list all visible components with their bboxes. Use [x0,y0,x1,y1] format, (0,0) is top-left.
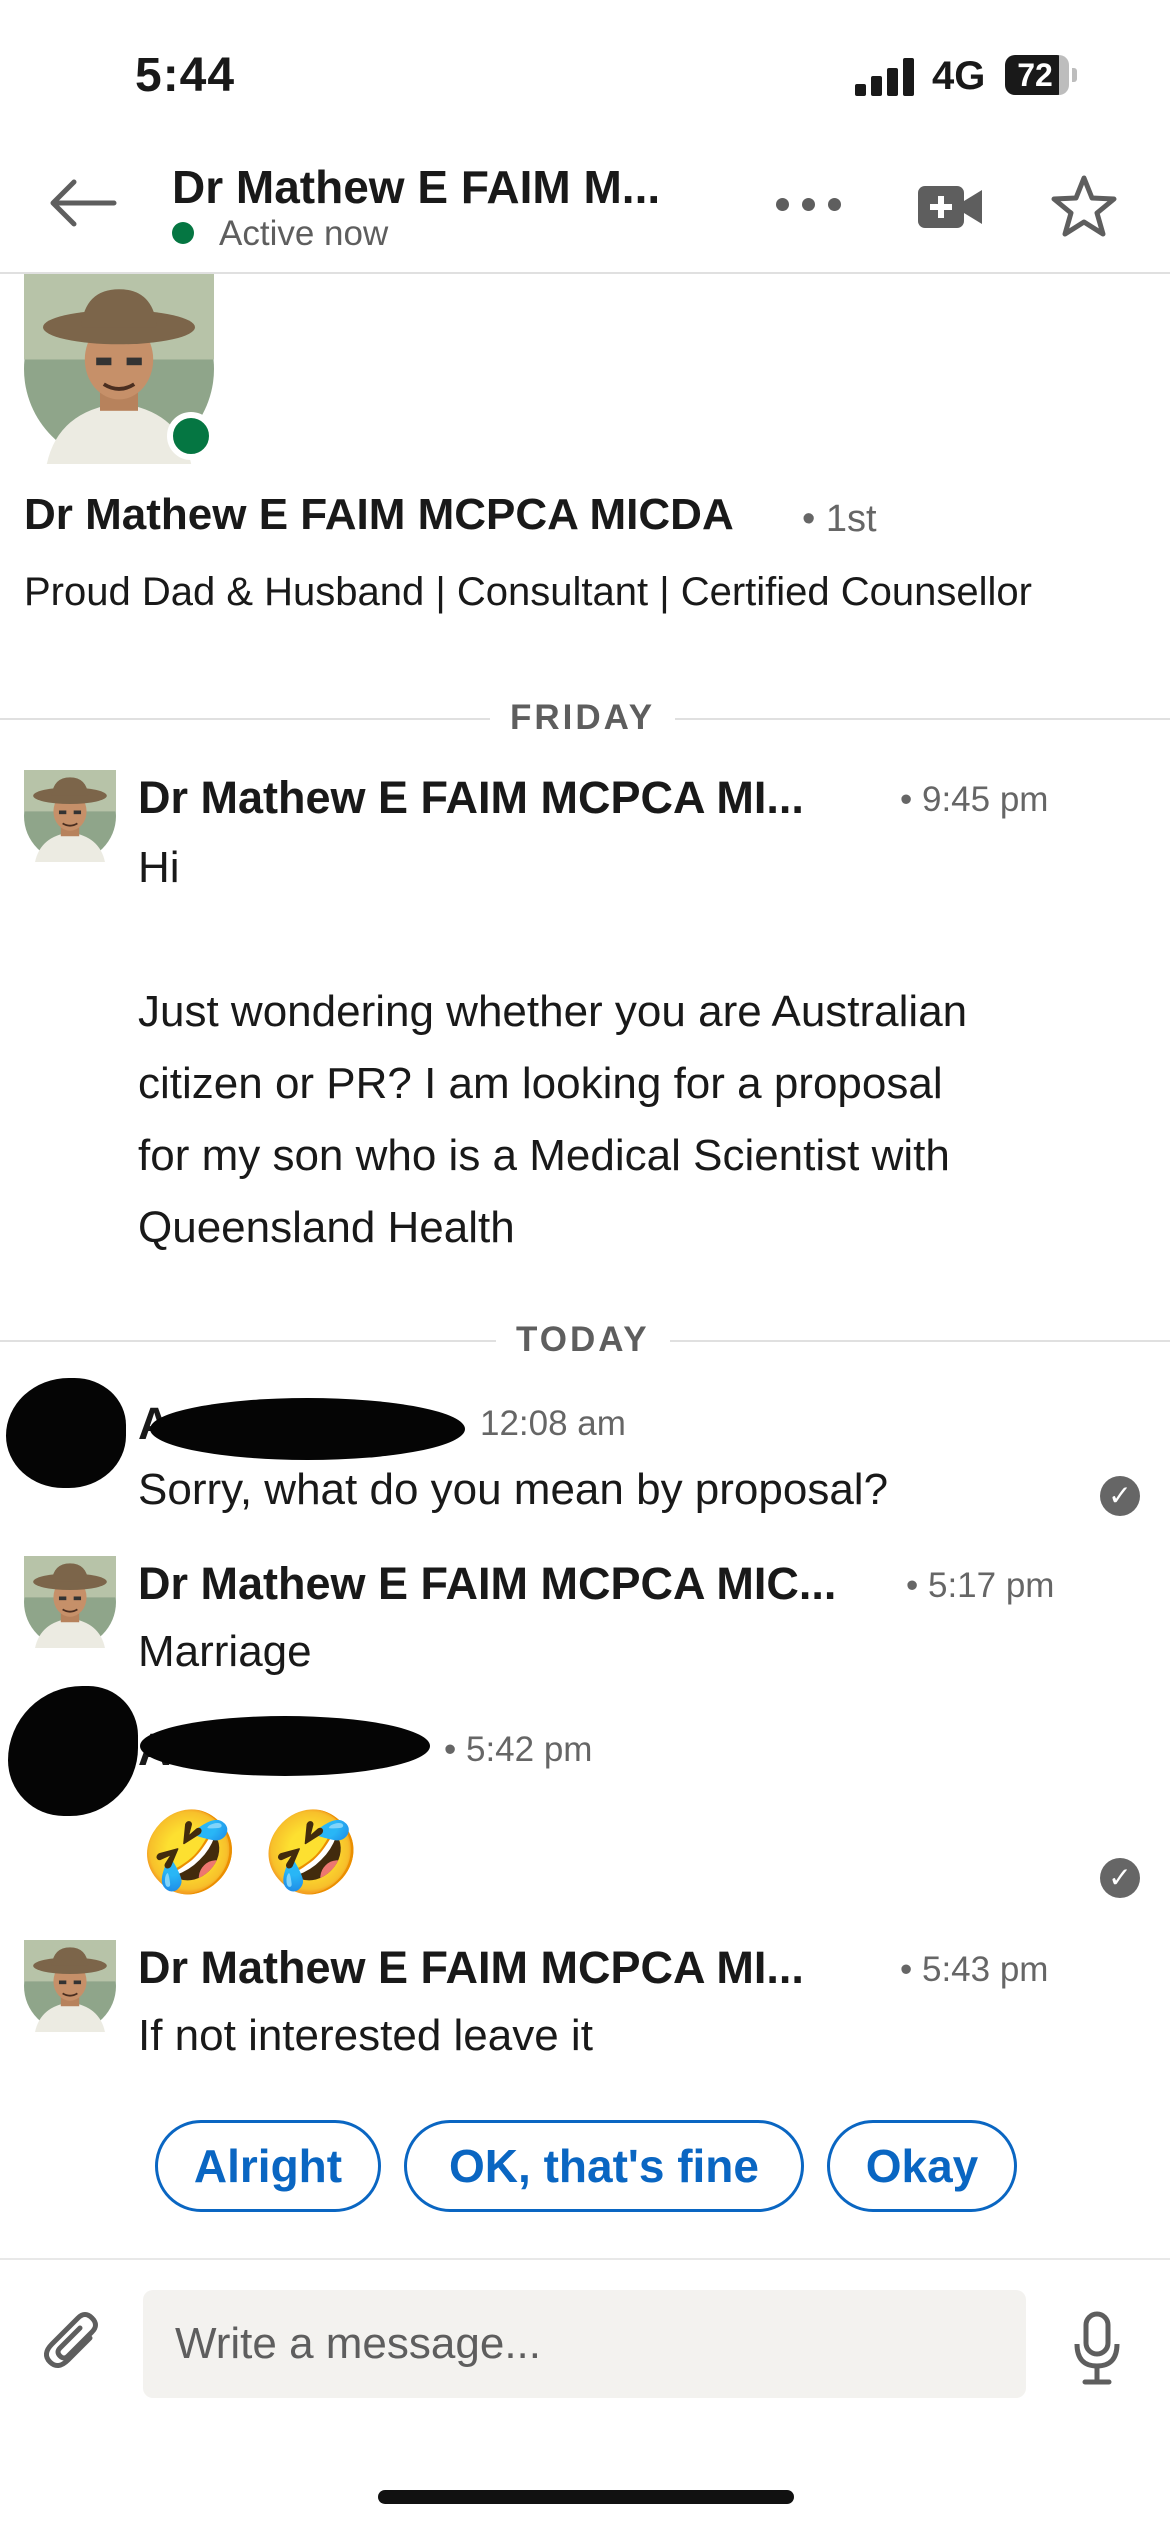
message-body: If not interested leave it [138,2011,593,2060]
home-indicator[interactable] [378,2490,794,2504]
day-divider-friday: FRIDAY [490,698,676,738]
message-line: Just wondering whether you are Australia… [138,987,968,1036]
quick-reply-okay[interactable]: Okay [827,2120,1017,2212]
day-divider-today: TODAY [496,1320,670,1360]
message-time: • 9:45 pm [900,780,1049,819]
redacted-avatar [6,1378,126,1488]
composer-divider [0,2258,1170,2260]
message-time: • 5:17 pm [906,1566,1055,1605]
sender-avatar[interactable] [24,1556,116,1648]
emoji-message: 🤣 🤣 [140,1808,362,1897]
status-time: 5:44 [135,49,236,102]
battery-level: 72 [1017,57,1053,93]
online-status-icon [167,412,215,460]
conversation-title[interactable]: Dr Mathew E FAIM M... [172,160,660,214]
profile-name[interactable]: Dr Mathew E FAIM MCPCA MICDA [24,490,734,540]
redacted-name [150,1398,465,1460]
message-sender[interactable]: Dr Mathew E FAIM MCPCA MI... [138,1942,804,1994]
quick-reply-alright[interactable]: Alright [155,2120,381,2212]
sender-avatar[interactable] [24,1940,116,2032]
more-dots-icon[interactable] [776,198,842,212]
message-line: citizen or PR? I am looking for a propos… [138,1059,943,1108]
message-input[interactable] [143,2290,1026,2398]
video-call-icon[interactable] [918,184,984,230]
connection-degree: • 1st [802,498,877,540]
message-sender[interactable]: Dr Mathew E FAIM MCPCA MI... [138,772,804,824]
message-time: 12:08 am [480,1404,626,1443]
star-icon[interactable] [1050,174,1118,238]
profile-headline: Proud Dad & Husband | Consultant | Certi… [24,570,1032,614]
microphone-icon[interactable] [1072,2310,1122,2390]
message-line: Queensland Health [138,1203,515,1252]
message-body: Hi Just wondering whether you are Austra… [138,832,967,1264]
read-receipt-icon: ✓ [1100,1858,1140,1898]
message-time: • 5:42 pm [444,1730,593,1769]
presence-dot-icon [172,222,194,244]
cellular-signal-icon [855,58,915,96]
battery-icon: 72 [1005,55,1077,95]
message-line: for my son who is a Medical Scientist wi… [138,1131,950,1180]
message-body: Marriage [138,1627,312,1676]
read-receipt-icon: ✓ [1100,1476,1140,1516]
redacted-name [140,1716,430,1776]
network-type: 4G [932,54,986,98]
redacted-avatar [8,1686,138,1816]
message-body: Sorry, what do you mean by proposal? [138,1465,889,1514]
message-time: • 5:43 pm [900,1950,1049,1989]
quick-reply-ok-thats-fine[interactable]: OK, that's fine [404,2120,804,2212]
arrow-left-icon[interactable] [48,178,118,228]
sender-avatar[interactable] [24,770,116,862]
message-line: Hi [138,843,180,892]
paperclip-icon[interactable] [38,2310,108,2380]
message-line [138,904,967,976]
presence-status: Active now [219,214,389,253]
message-sender[interactable]: Dr Mathew E FAIM MCPCA MIC... [138,1558,836,1610]
